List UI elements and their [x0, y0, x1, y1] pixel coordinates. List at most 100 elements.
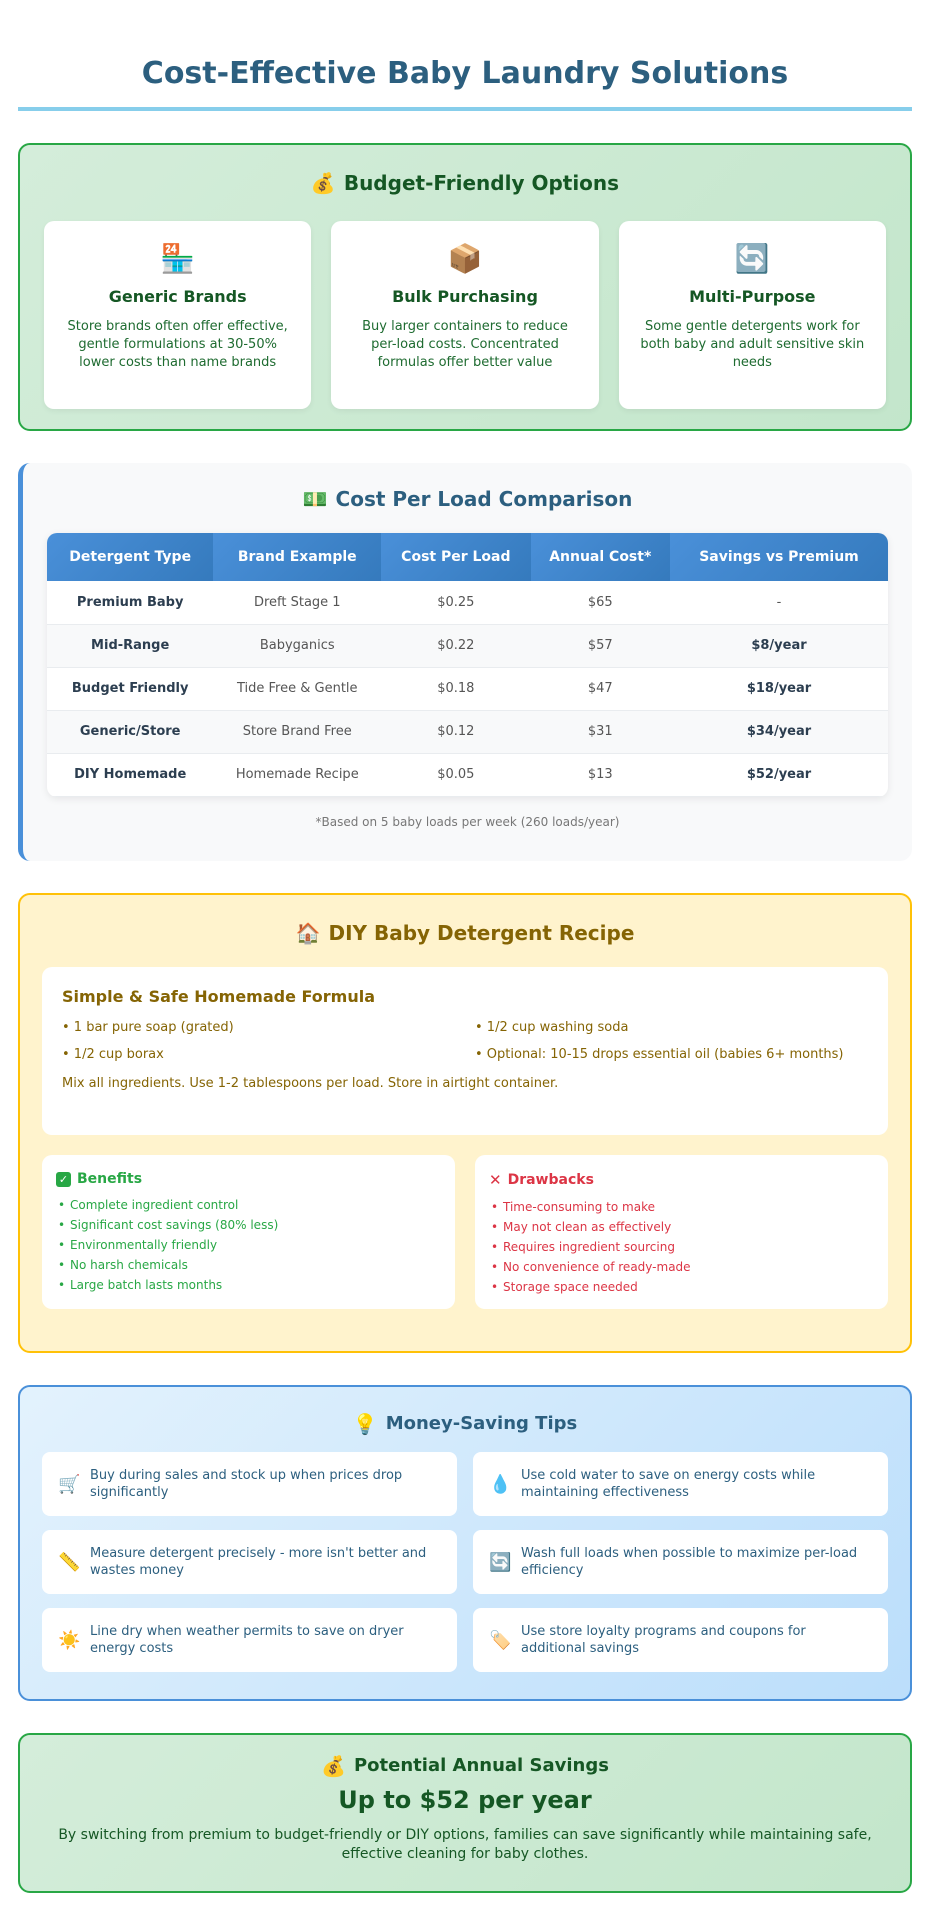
table-row: Generic/Store Store Brand Free $0.12 $31… — [47, 710, 888, 754]
budget-card-generic-brands: 🏪 Generic Brands Store brands often offe… — [44, 221, 312, 409]
budget-card-multi-purpose: 🔄 Multi-Purpose Some gentle detergents w… — [618, 221, 886, 409]
tip-text: Wash full loads when possible to maximiz… — [521, 1546, 858, 1578]
table-cell: Premium Baby — [47, 581, 214, 625]
tip-text: Buy during sales and stock up when price… — [90, 1468, 403, 1500]
table-cell: - — [669, 581, 888, 625]
list-item: No convenience of ready-made — [489, 1257, 874, 1277]
table-cell: Generic/Store — [47, 710, 214, 754]
table-row: Premium Baby Dreft Stage 1 $0.25 $65 - — [47, 581, 888, 625]
tip-item: ☀️ Line dry when weather permits to save… — [42, 1608, 457, 1672]
comparison-table-wrapper: Detergent Type Brand Example Cost Per Lo… — [47, 533, 888, 797]
list-item: Environmentally friendly — [56, 1235, 441, 1255]
tip-text: Use store loyalty programs and coupons f… — [521, 1624, 806, 1656]
card-text: Some gentle detergents work for both bab… — [640, 319, 865, 370]
list-item: Requires ingredient sourcing — [489, 1237, 874, 1257]
tip-item: 💧 Use cold water to save on energy costs… — [473, 1452, 888, 1516]
ingredient-item: • 1 bar pure soap (grated) — [62, 1020, 234, 1035]
tag-icon: 🏷️ — [489, 1629, 512, 1651]
table-cell: Tide Free & Gentle — [213, 667, 382, 711]
table-cell: Store Brand Free — [213, 710, 382, 754]
recipe-instructions: Mix all ingredients. Use 1-2 tablespoons… — [62, 1076, 559, 1091]
table-footnote: *Based on 5 baby loads per week (260 loa… — [315, 814, 620, 829]
store-icon: 🏪 — [160, 242, 196, 275]
tip-item: 🔄 Wash full loads when possible to maxim… — [473, 1530, 888, 1594]
ingredients-list: • 1 bar pure soap (grated) • 1/2 cup was… — [62, 1020, 868, 1062]
table-cell: $52/year — [669, 753, 888, 797]
list-item: Complete ingredient control — [56, 1195, 441, 1215]
card-title: Multi-Purpose — [689, 287, 816, 306]
dollar-bill-icon: 💵 — [302, 487, 328, 511]
diy-section-title: 🏠 DIY Baby Detergent Recipe — [42, 921, 888, 945]
drawbacks-heading: ✕ Drawbacks — [489, 1171, 874, 1189]
comparison-section-title: 💵 Cost Per Load Comparison — [47, 487, 888, 511]
droplet-icon: 💧 — [489, 1473, 512, 1495]
table-cell: $47 — [530, 667, 670, 711]
recycle-icon: 🔄 — [734, 242, 770, 275]
card-title: Bulk Purchasing — [392, 287, 538, 306]
package-icon: 📦 — [447, 242, 483, 275]
cross-icon: ✕ — [489, 1171, 502, 1189]
tip-text: Line dry when weather permits to save on… — [90, 1624, 404, 1656]
list-item: May not clean as effectively — [489, 1217, 874, 1237]
tips-section-title: 💡 Money-Saving Tips — [42, 1413, 888, 1434]
recipe-card: Simple & Safe Homemade Formula • 1 bar p… — [42, 967, 888, 1135]
table-cell: $57 — [530, 624, 670, 668]
savings-amount: Up to $52 per year — [338, 1786, 592, 1814]
budget-friendly-section: 💰 Budget-Friendly Options 🏪 Generic Bran… — [18, 143, 912, 431]
table-cell: $8/year — [669, 624, 888, 668]
benefits-box: ✓ Benefits Complete ingredient control S… — [42, 1155, 455, 1309]
benefits-title: Benefits — [77, 1171, 143, 1187]
table-header-row: Detergent Type Brand Example Cost Per Lo… — [47, 533, 888, 581]
benefits-heading: ✓ Benefits — [56, 1171, 441, 1187]
tip-item: 🏷️ Use store loyalty programs and coupon… — [473, 1608, 888, 1672]
table-cell: $31 — [530, 710, 670, 754]
ingredient-item: • Optional: 10-15 drops essential oil (b… — [475, 1047, 844, 1062]
column-header: Annual Cost* — [530, 533, 670, 581]
cart-icon: 🛒 — [58, 1473, 81, 1495]
savings-section-title: 💰 Potential Annual Savings — [50, 1755, 880, 1776]
recycle-icon: 🔄 — [489, 1551, 512, 1573]
pros-cons: ✓ Benefits Complete ingredient control S… — [42, 1155, 888, 1309]
card-text: Store brands often offer effective, gent… — [67, 319, 288, 370]
benefits-list: Complete ingredient control Significant … — [56, 1195, 441, 1295]
table-cell: DIY Homemade — [47, 753, 214, 797]
table-cell: $0.22 — [381, 624, 531, 668]
savings-section-title-text: Potential Annual Savings — [353, 1755, 609, 1776]
column-header: Brand Example — [213, 533, 382, 581]
cost-comparison-section: 💵 Cost Per Load Comparison Detergent Typ… — [18, 463, 912, 861]
drawbacks-box: ✕ Drawbacks Time-consuming to make May n… — [475, 1155, 888, 1309]
ingredient-item: • 1/2 cup washing soda — [475, 1020, 629, 1035]
table-cell: $34/year — [669, 710, 888, 754]
table-cell: Budget Friendly — [47, 667, 214, 711]
comparison-table: Detergent Type Brand Example Cost Per Lo… — [47, 533, 888, 797]
table-cell: $0.25 — [381, 581, 531, 625]
table-cell: $0.18 — [381, 667, 531, 711]
table-cell: Babyganics — [213, 624, 382, 668]
table-cell: $18/year — [669, 667, 888, 711]
budget-section-title: 💰 Budget-Friendly Options — [44, 171, 886, 195]
table-row: DIY Homemade Homemade Recipe $0.05 $13 $… — [47, 753, 888, 797]
diy-section-title-text: DIY Baby Detergent Recipe — [328, 921, 635, 945]
savings-description: By switching from premium to budget-frie… — [58, 1827, 872, 1862]
money-bag-icon: 💰 — [310, 171, 336, 195]
ingredient-item: • 1/2 cup borax — [62, 1047, 164, 1062]
diy-recipe-section: 🏠 DIY Baby Detergent Recipe Simple & Saf… — [18, 893, 912, 1353]
table-cell: Dreft Stage 1 — [213, 581, 382, 625]
column-header: Detergent Type — [47, 533, 214, 581]
tips-grid: 🛒 Buy during sales and stock up when pri… — [42, 1452, 888, 1672]
list-item: No harsh chemicals — [56, 1255, 441, 1275]
list-item: Time-consuming to make — [489, 1197, 874, 1217]
lightbulb-icon: 💡 — [352, 1411, 378, 1436]
card-text: Buy larger containers to reduce per-load… — [362, 319, 568, 370]
comparison-section-title-text: Cost Per Load Comparison — [335, 487, 633, 511]
money-saving-tips-section: 💡 Money-Saving Tips 🛒 Buy during sales a… — [18, 1385, 912, 1701]
table-cell: Mid-Range — [47, 624, 214, 668]
tip-item: 🛒 Buy during sales and stock up when pri… — [42, 1452, 457, 1516]
list-item: Significant cost savings (80% less) — [56, 1215, 441, 1235]
page-title: Cost-Effective Baby Laundry Solutions — [18, 0, 912, 111]
column-header: Cost Per Load — [381, 533, 531, 581]
drawbacks-title: Drawbacks — [507, 1172, 594, 1188]
ruler-icon: 📏 — [58, 1551, 81, 1573]
tip-text: Use cold water to save on energy costs w… — [521, 1468, 816, 1500]
table-cell: Homemade Recipe — [213, 753, 382, 797]
